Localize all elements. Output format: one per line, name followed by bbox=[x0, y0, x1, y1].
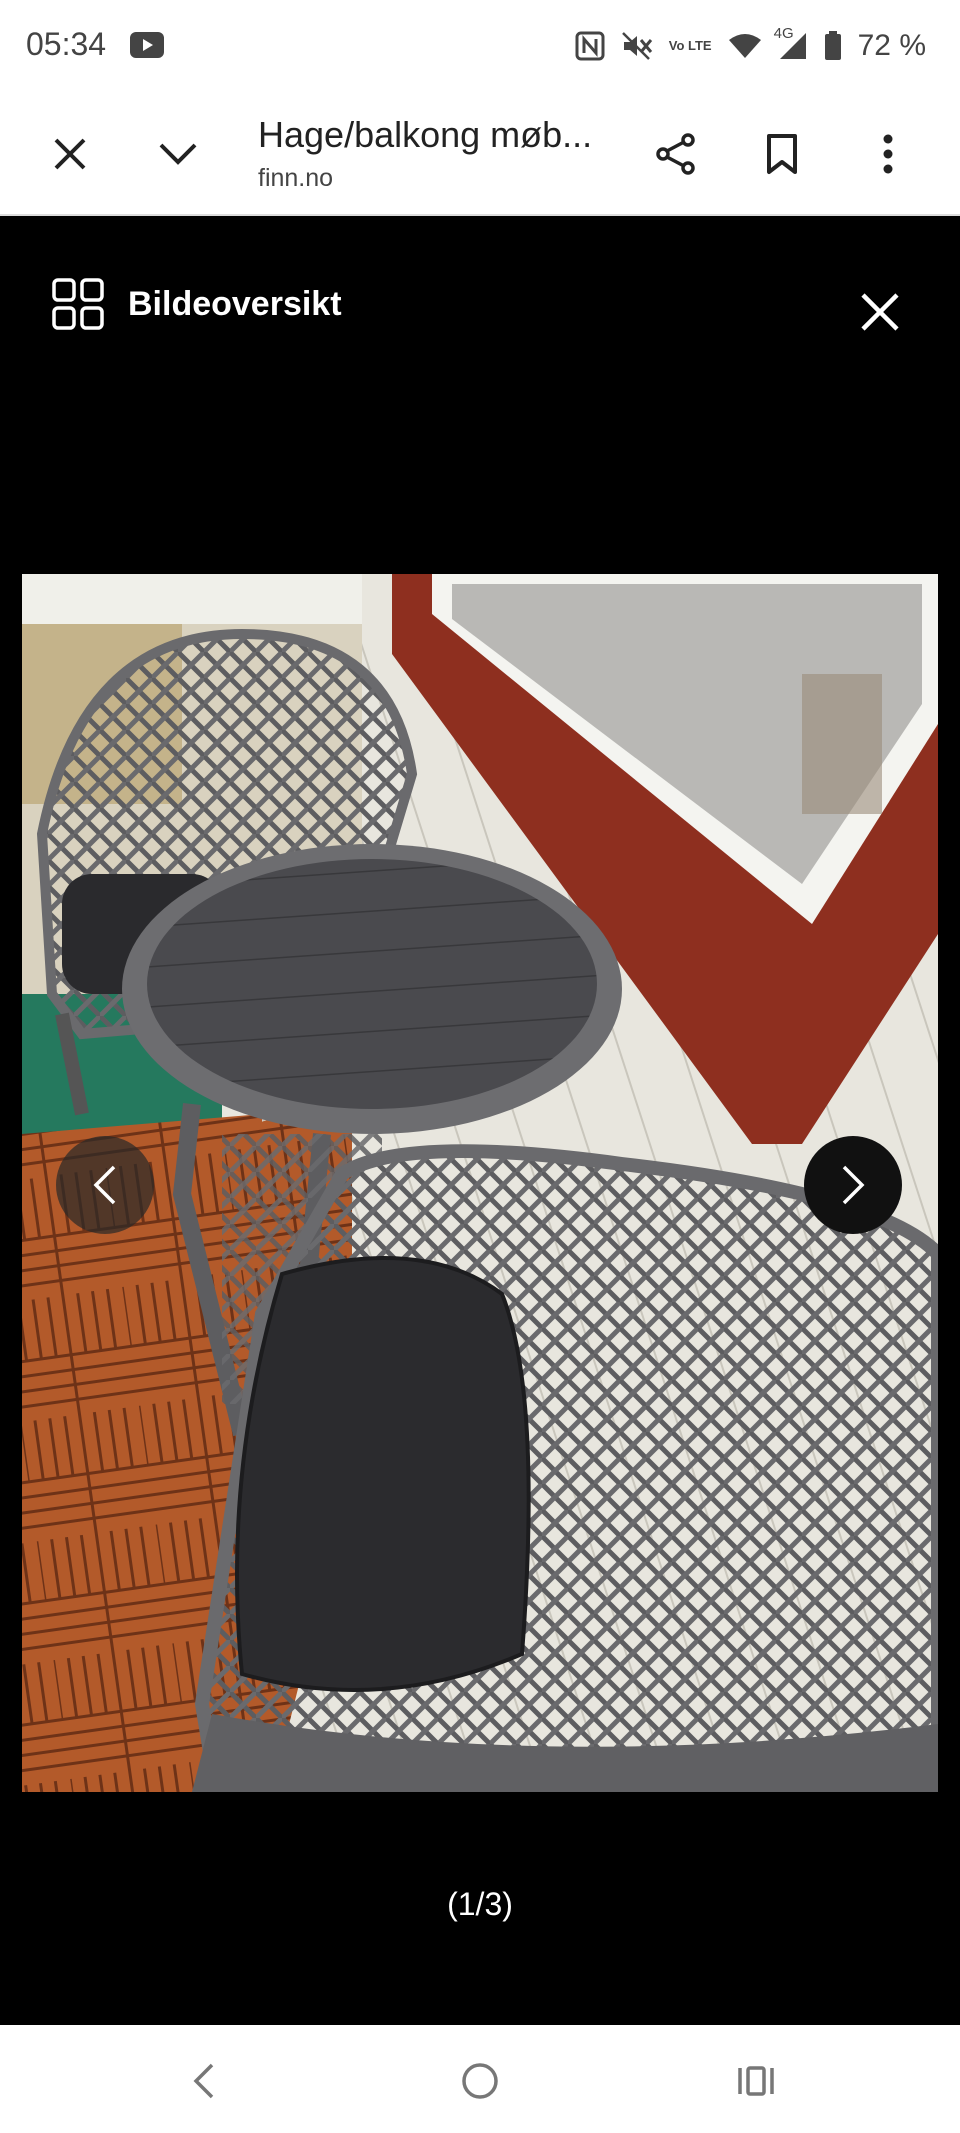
home-button[interactable] bbox=[452, 2053, 508, 2109]
status-bar: 05:34 Vo LTE 4G 72 % bbox=[0, 0, 960, 92]
image-viewer: Bildeoversikt (1/3) bbox=[0, 218, 960, 2025]
mute-icon bbox=[621, 31, 653, 61]
image-overview-label: Bildeoversikt bbox=[128, 284, 342, 323]
chevron-left-icon bbox=[93, 1165, 116, 1205]
furniture-image bbox=[22, 574, 938, 1792]
bookmark-button[interactable] bbox=[746, 118, 818, 190]
close-viewer-button[interactable] bbox=[850, 282, 910, 342]
next-image-button[interactable] bbox=[804, 1136, 902, 1234]
grid-icon bbox=[52, 278, 104, 330]
bookmark-icon bbox=[767, 134, 797, 174]
status-icons: Vo LTE 4G 72 % bbox=[575, 22, 926, 70]
custom-tab-toolbar: Hage/balkong møb... finn.no bbox=[0, 92, 960, 216]
minimize-tab-button[interactable] bbox=[142, 118, 214, 190]
status-time: 05:34 bbox=[26, 26, 107, 62]
nfc-icon bbox=[575, 31, 605, 61]
page-title[interactable]: Hage/balkong møb... bbox=[258, 114, 592, 156]
youtube-icon bbox=[130, 32, 164, 58]
close-tab-button[interactable] bbox=[34, 118, 106, 190]
signal-icon: 4G bbox=[774, 25, 808, 61]
recents-icon bbox=[738, 2066, 774, 2096]
battery-percentage: 72 % bbox=[857, 29, 926, 62]
back-button[interactable] bbox=[176, 2053, 232, 2109]
close-icon bbox=[54, 138, 86, 170]
page-domain[interactable]: finn.no bbox=[258, 164, 333, 193]
image-counter: (1/3) bbox=[447, 1886, 513, 1922]
listing-photo[interactable] bbox=[22, 574, 938, 1792]
back-icon bbox=[193, 2063, 214, 2099]
system-navigation-bar bbox=[0, 2025, 960, 2133]
more-vert-icon bbox=[883, 134, 893, 174]
share-icon bbox=[656, 133, 695, 175]
network-type: 4G bbox=[773, 25, 794, 42]
chevron-right-icon bbox=[842, 1165, 865, 1205]
close-icon bbox=[861, 293, 899, 331]
recents-button[interactable] bbox=[728, 2053, 784, 2109]
chevron-down-icon bbox=[159, 143, 197, 165]
wifi-icon bbox=[728, 32, 762, 60]
more-options-button[interactable] bbox=[852, 118, 924, 190]
share-button[interactable] bbox=[640, 118, 712, 190]
image-overview-button[interactable]: Bildeoversikt bbox=[52, 278, 342, 330]
battery-icon bbox=[824, 31, 842, 61]
previous-image-button[interactable] bbox=[56, 1136, 154, 1234]
home-icon bbox=[462, 2063, 498, 2099]
volte-icon: Vo LTE bbox=[668, 38, 712, 53]
